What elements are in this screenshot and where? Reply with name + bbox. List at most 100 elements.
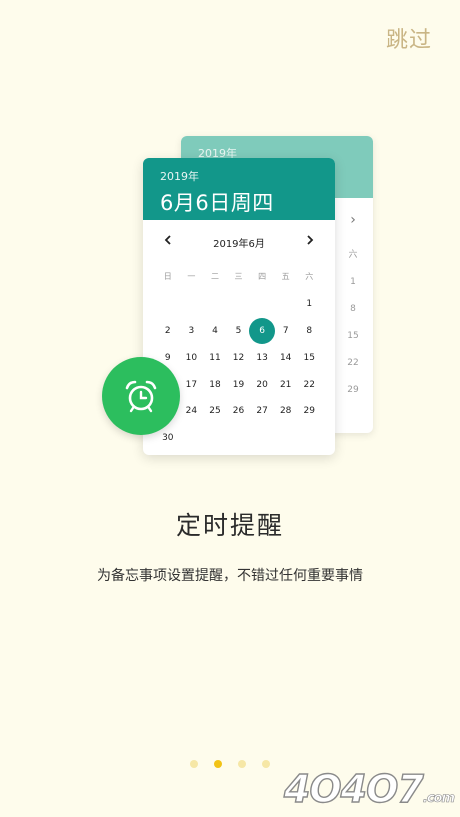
calendar-year: 2019年	[160, 170, 199, 183]
back-card-partial-column: › 六 1 8 15 22 29	[343, 198, 363, 404]
calendar-week-row: 23242526272829	[156, 398, 321, 425]
back-card-day: 29	[347, 385, 359, 395]
page-dot[interactable]	[262, 760, 270, 768]
alarm-clock-icon	[125, 380, 157, 413]
day-number: 1	[306, 299, 313, 310]
day-number: 10	[185, 352, 198, 363]
calendar-week-row: 16171819202122	[156, 371, 321, 398]
day-number: 8	[306, 325, 313, 336]
day-number: 7	[282, 325, 289, 336]
day-cell[interactable]: 10	[180, 345, 204, 371]
day-cell[interactable]: 25	[203, 398, 227, 424]
weekday-row: 日一二三四五六	[156, 264, 321, 291]
day-cell[interactable]: 24	[180, 398, 204, 424]
feature-title: 定时提醒	[175, 511, 284, 540]
day-cell[interactable]: 29	[297, 398, 321, 424]
day-cell[interactable]: 27	[250, 398, 274, 424]
day-cell[interactable]: 7	[274, 318, 298, 344]
day-number: 14	[279, 352, 292, 363]
day-number: 19	[232, 379, 245, 390]
skip-button[interactable]: 跳过	[386, 22, 432, 54]
empty-day-cell	[203, 291, 227, 317]
weekday-label: 日	[163, 272, 172, 282]
day-cell[interactable]: 20	[250, 372, 274, 398]
day-number: 2	[164, 325, 171, 336]
calendar-week-row: 2 3 4 5 6 7 8	[156, 317, 321, 345]
day-number: 29	[303, 406, 315, 417]
day-cell[interactable]: 3	[180, 318, 204, 344]
day-number: 21	[279, 379, 292, 390]
calendar-week-row: 1	[156, 291, 321, 318]
day-number: 5	[235, 325, 242, 336]
feature-description: 为备忘事项设置提醒，不错过任何重要事情	[97, 568, 363, 584]
day-number: 6	[259, 325, 265, 336]
day-number: 4	[212, 325, 218, 336]
day-number: 27	[256, 406, 268, 417]
day-cell[interactable]: 1	[297, 291, 321, 317]
back-card-day: 1	[350, 277, 356, 287]
day-cell[interactable]: 22	[297, 372, 321, 398]
month-label: 2019年6月	[213, 238, 265, 250]
day-number: 3	[188, 325, 195, 336]
chevron-right-icon: ›	[350, 212, 356, 228]
day-cell[interactable]: 28	[274, 398, 298, 424]
day-cell[interactable]: 21	[274, 372, 298, 398]
back-card-weekday: 六	[348, 250, 358, 260]
back-card-day: 22	[347, 358, 359, 368]
day-cell[interactable]: 13	[250, 345, 274, 371]
empty-day-cell	[180, 425, 204, 451]
day-number: 17	[185, 379, 198, 390]
day-number: 28	[279, 406, 292, 417]
calendar-week-row: 9 10 11 12 13 14 15	[156, 344, 321, 371]
calendar-grid: 日一二三四五六123456789101112131415161718192021…	[156, 264, 321, 452]
day-number: 11	[209, 352, 221, 363]
day-number: 15	[303, 352, 315, 363]
day-cell-selected[interactable]: 6	[249, 317, 275, 344]
empty-day-cell	[227, 425, 251, 451]
day-cell[interactable]: 11	[203, 345, 227, 371]
day-cell[interactable]: 26	[227, 398, 251, 424]
day-cell[interactable]: 18	[203, 372, 227, 398]
empty-day-cell	[274, 425, 298, 451]
empty-day-cell	[180, 291, 204, 317]
chevron-right-icon[interactable]	[300, 220, 320, 264]
calendar-week-row: 30	[156, 425, 321, 452]
day-cell[interactable]: 8	[297, 318, 321, 344]
day-number: 9	[164, 352, 171, 363]
empty-day-cell	[203, 425, 227, 451]
back-card-day: 8	[350, 304, 356, 314]
alarm-button[interactable]	[102, 357, 180, 435]
weekday-label: 一	[187, 272, 196, 282]
day-cell[interactable]: 4	[203, 318, 227, 344]
empty-day-cell	[250, 291, 274, 317]
weekday-label: 五	[281, 272, 290, 282]
day-cell[interactable]: 12	[227, 345, 251, 371]
weekday-label: 四	[258, 272, 267, 282]
empty-day-cell	[297, 425, 321, 451]
day-cell[interactable]: 19	[227, 372, 251, 398]
empty-day-cell	[250, 425, 274, 451]
page-dot[interactable]	[238, 760, 246, 768]
day-cell[interactable]: 17	[180, 372, 204, 398]
empty-day-cell	[227, 291, 251, 317]
day-cell[interactable]: 2	[156, 318, 180, 344]
calendar-selected-date: 6月6日周四	[160, 191, 274, 215]
calendar-header: 2019年 6月6日周四	[143, 158, 335, 220]
day-cell[interactable]: 14	[274, 345, 298, 371]
day-number: 12	[232, 352, 245, 363]
day-number: 18	[209, 379, 221, 390]
watermark-logo: 4O4O7.com	[283, 766, 455, 811]
day-number: 26	[232, 406, 245, 417]
day-number: 22	[303, 379, 315, 390]
month-navigation: 2019年6月	[143, 220, 335, 264]
page-dot-active[interactable]	[214, 760, 222, 768]
back-card-day: 15	[347, 331, 359, 341]
chevron-left-icon[interactable]	[158, 220, 178, 264]
day-number: 20	[256, 379, 268, 390]
empty-day-cell	[156, 291, 180, 317]
day-number: 30	[162, 433, 174, 444]
weekday-label: 六	[305, 272, 314, 282]
day-cell[interactable]: 5	[227, 318, 251, 344]
page-dot[interactable]	[190, 760, 198, 768]
day-cell[interactable]: 15	[297, 345, 321, 371]
